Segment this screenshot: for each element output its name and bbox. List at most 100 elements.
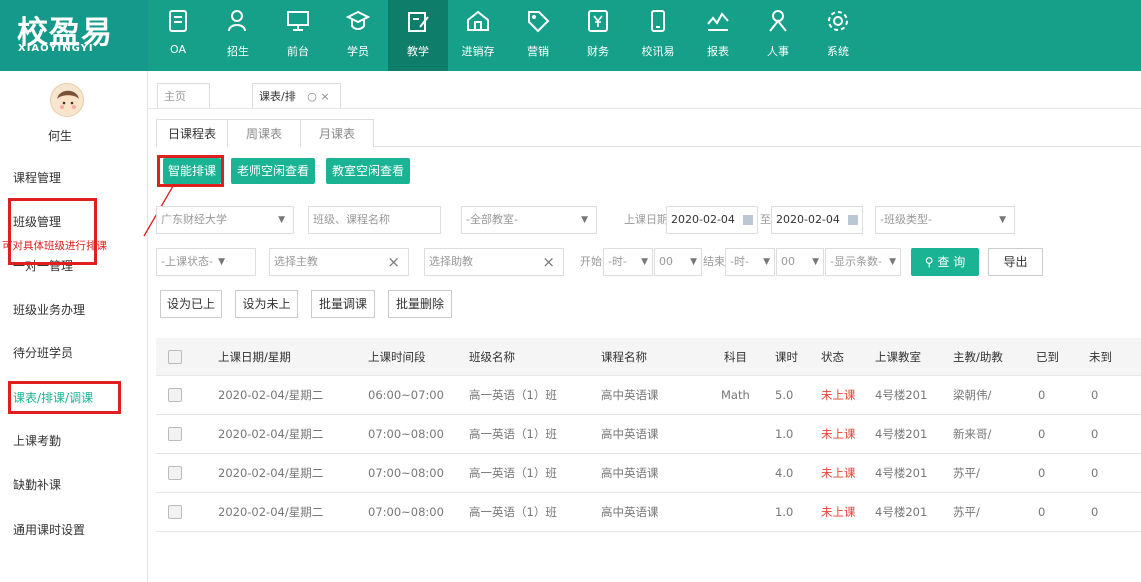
end-label: 结束 [703, 255, 725, 268]
class-course-input[interactable]: 班级、课程名称 [308, 206, 441, 234]
clear-icon[interactable]: × [387, 249, 400, 275]
nav-item-recruit[interactable]: 招生 [208, 0, 268, 71]
annotation-text: 可对具体班级进行排课 [2, 240, 107, 252]
chevron-down-icon: ▼ [690, 257, 697, 267]
brand-name-en: XIAOYINGYI [18, 43, 94, 54]
nav-item-settings[interactable]: 系统 [808, 0, 868, 71]
brand-logo[interactable]: 校盈易 XIAOYINGYI [0, 0, 148, 71]
tab-monthly[interactable]: 月课表 [300, 119, 374, 147]
classroom-select[interactable]: -全部教室- ▼ [461, 206, 597, 234]
nav-label: 教学 [407, 45, 429, 58]
cell-subject: Math [721, 388, 750, 402]
table-header-row: 上课日期/星期 上课时间段 班级名称 课程名称 科目 课时 状态 上课教室 主教… [156, 338, 1141, 376]
select-all-checkbox[interactable] [168, 350, 182, 364]
nav-item-marketing[interactable]: 营销 [508, 0, 568, 71]
nav-item-phone[interactable]: 校讯易 [628, 0, 688, 71]
nav-item-teaching[interactable]: 教学 [388, 0, 448, 71]
start-minute-select[interactable]: 00 ▼ [654, 248, 702, 276]
cell-course: 高中英语课 [601, 505, 659, 519]
cell-arrived: 0 [1038, 427, 1046, 441]
batch-reschedule-button[interactable]: 批量调课 [311, 290, 375, 318]
page-tab-close-icon[interactable]: ○ × [307, 90, 329, 103]
sidebar-item-course[interactable]: 课程管理 [0, 160, 147, 196]
nav-item-report[interactable]: 报表 [688, 0, 748, 71]
query-button[interactable]: ⚲ 查 询 [911, 248, 979, 276]
nav-item-desk[interactable]: 前台 [268, 0, 328, 71]
cell-absent: 0 [1091, 388, 1099, 402]
school-select[interactable]: 广东财经大学 ▼ [156, 206, 294, 234]
nav-item-finance[interactable]: 财务 [568, 0, 628, 71]
sidebar-item-attendance[interactable]: 上课考勤 [0, 423, 147, 459]
date-to-input[interactable]: 2020-02-04 [771, 206, 863, 234]
page-tab-schedule[interactable]: 课表/排 ○ × [252, 83, 341, 108]
nav-item-oa[interactable]: OA [148, 0, 208, 71]
column-header: 班级名称 [469, 350, 515, 364]
cell-arrived: 0 [1038, 466, 1046, 480]
batch-delete-button[interactable]: 批量删除 [388, 290, 452, 318]
teacher-free-button[interactable]: 老师空闲查看 [231, 158, 315, 184]
row-checkbox[interactable] [168, 505, 182, 519]
cell-room: 4号楼201 [875, 388, 928, 402]
nav-label: 学员 [347, 45, 369, 58]
highlight-box-smart-schedule [157, 155, 224, 187]
nav-label: OA [170, 43, 186, 56]
sidebar-item-hour-settings[interactable]: 通用课时设置 [0, 512, 147, 548]
avatar[interactable] [50, 83, 84, 117]
start-hour-value: -时- [608, 255, 627, 268]
nav-label: 前台 [287, 45, 309, 58]
nav-item-inventory[interactable]: 进销存 [448, 0, 508, 71]
sidebar-item-class-business[interactable]: 班级业务办理 [0, 292, 147, 328]
classroom-select-value: -全部教室- [466, 213, 518, 226]
sidebar: 何生 课程管理 班级管理 一对一管理 班级业务办理 待分班学员 课表/排课/调课… [0, 71, 148, 582]
page-tab-label: 课表/排 [259, 90, 296, 103]
assistant-select[interactable]: 选择助教 × [424, 248, 564, 276]
export-button[interactable]: 导出 [988, 248, 1043, 276]
nav-item-personnel[interactable]: 人事 [748, 0, 808, 71]
start-hour-select[interactable]: -时- ▼ [603, 248, 653, 276]
report-icon [707, 12, 729, 31]
end-minute-value: 00 [781, 255, 795, 268]
row-checkbox[interactable] [168, 388, 182, 402]
cell-arrived: 0 [1038, 388, 1046, 402]
cell-absent: 0 [1091, 466, 1099, 480]
table-row[interactable]: 2020-02-04/星期二 07:00~08:00 高一英语（1）班 高中英语… [156, 454, 1141, 493]
row-checkbox[interactable] [168, 466, 182, 480]
end-minute-select[interactable]: 00 ▼ [776, 248, 824, 276]
search-icon: ⚲ [924, 255, 934, 269]
end-hour-select[interactable]: -时- ▼ [725, 248, 775, 276]
sidebar-item-pending-students[interactable]: 待分班学员 [0, 335, 147, 371]
classroom-free-button[interactable]: 教室空闲查看 [326, 158, 410, 184]
set-done-button[interactable]: 设为已上 [160, 290, 222, 318]
main-content: 主页 课表/排 ○ × 日课程表 周课表 月课表 智能排课 老师空闲查看 教室空… [148, 71, 1141, 582]
page-tab-bar: 主页 课表/排 ○ × [148, 81, 1141, 109]
chevron-down-icon: ▼ [763, 257, 770, 267]
teacher-select[interactable]: 选择主教 × [269, 248, 409, 276]
chevron-down-icon: ▼ [812, 257, 819, 267]
row-checkbox[interactable] [168, 427, 182, 441]
schedule-view-tabs: 日课程表 周课表 月课表 [156, 119, 1141, 147]
nav-label: 系统 [827, 45, 849, 58]
sidebar-item-makeup[interactable]: 缺勤补课 [0, 467, 147, 503]
tab-daily[interactable]: 日课程表 [156, 119, 228, 147]
cell-hours: 1.0 [775, 505, 794, 519]
date-from-input[interactable]: 2020-02-04 [666, 206, 758, 234]
calendar-icon [743, 215, 753, 225]
table-row[interactable]: 2020-02-04/星期二 06:00~07:00 高一英语（1）班 高中英语… [156, 376, 1141, 415]
table-row[interactable]: 2020-02-04/星期二 07:00~08:00 高一英语（1）班 高中英语… [156, 415, 1141, 454]
nav-label: 报表 [707, 45, 729, 58]
clear-icon[interactable]: × [542, 249, 555, 275]
page-tab-home[interactable]: 主页 [157, 83, 210, 108]
show-count-select[interactable]: -显示条数- ▼ [825, 248, 901, 276]
class-type-select[interactable]: -班级类型- ▼ [875, 206, 1015, 234]
highlight-box-class-management [8, 198, 97, 265]
status-select[interactable]: -上课状态- ▼ [156, 248, 256, 276]
class-type-value: -班级类型- [880, 213, 932, 226]
tab-weekly[interactable]: 周课表 [227, 119, 301, 147]
cell-hours: 4.0 [775, 466, 794, 480]
nav-item-student[interactable]: 学员 [328, 0, 388, 71]
date-separator: 至 [760, 213, 771, 226]
cell-room: 4号楼201 [875, 466, 928, 480]
cell-time: 07:00~08:00 [368, 505, 444, 519]
table-row[interactable]: 2020-02-04/星期二 07:00~08:00 高一英语（1）班 高中英语… [156, 493, 1141, 532]
set-undone-button[interactable]: 设为未上 [235, 290, 298, 318]
